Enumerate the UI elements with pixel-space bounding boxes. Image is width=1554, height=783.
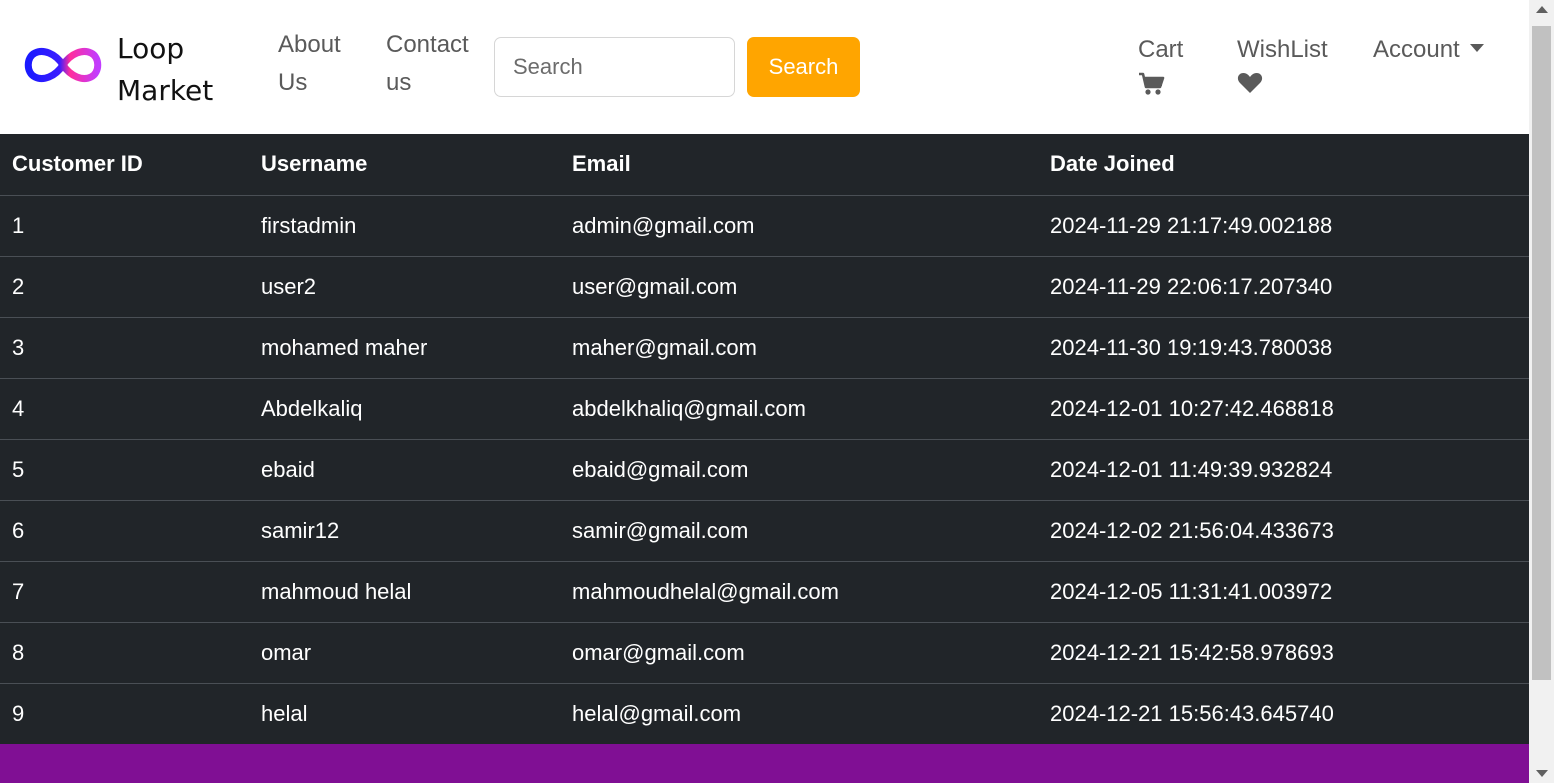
cell-email: helal@gmail.com [572,700,742,726]
cell-customer-id: 5 [0,439,249,501]
scroll-down-arrow-icon[interactable] [1536,770,1548,777]
cell-date-joined: 2024-11-29 21:17:49.002188 [1038,195,1529,257]
cell-date-joined: 2024-12-21 15:56:43.645740 [1050,700,1334,726]
cart-label: Cart [1138,36,1184,63]
cell-username: user2 [249,256,560,318]
nav-link-about[interactable]: About Us [278,26,368,102]
cell-customer-id: 1 [0,195,249,257]
table-row: 6 samir12 samir@gmail.com 2024-12-02 21:… [0,500,1529,562]
cell-customer-id: 6 [0,500,249,562]
wishlist-label: WishList [1237,36,1328,63]
cell-email: user@gmail.com [560,256,1038,318]
nav-cart[interactable]: Cart [1138,32,1183,96]
cell-email: maher@gmail.com [560,317,1038,379]
infinity-logo-icon [24,48,102,82]
table-row: 5 ebaid ebaid@gmail.com 2024-12-01 11:49… [0,439,1529,501]
cart-icon [1139,72,1165,95]
nav-wishlist[interactable]: WishList [1237,32,1328,94]
cell-date-joined: 2024-12-02 21:56:04.433673 [1038,500,1529,562]
cell-username: mohamed maher [249,317,560,379]
cell-customer-id: 8 [0,622,249,684]
cell-customer-id: 3 [0,317,249,379]
nav-account-dropdown[interactable]: Account [1373,32,1484,68]
table-row: 3 mohamed maher maher@gmail.com 2024-11-… [0,317,1529,379]
brand-line-1: Loop [117,32,185,65]
cell-email: admin@gmail.com [560,195,1038,257]
brand-link[interactable]: Loop Market [22,28,232,108]
cell-username: Abdelkaliq [249,378,560,440]
cell-email: mahmoudhelal@gmail.com [560,561,1038,623]
footer-bar [0,744,1529,783]
table-row: 8 omar omar@gmail.com 2024-12-21 15:42:5… [0,622,1529,684]
brand-name: Loop Market [117,28,227,112]
account-text: Account [1373,36,1460,63]
cell-username: omar [249,622,560,684]
cell-email: abdelkhaliq@gmail.com [560,378,1038,440]
search-button[interactable]: Search [747,37,860,97]
table-row: 9 helal helal@gmail.com 2024-12-21 15:56… [0,683,1529,744]
table-row: 2 user2 user@gmail.com 2024-11-29 22:06:… [0,256,1529,318]
cell-date-joined: 2024-12-21 15:42:58.978693 [1038,622,1529,684]
cell-date-joined: 2024-11-29 22:06:17.207340 [1038,256,1529,318]
table-header-row: Customer ID Username Email Date Joined [0,134,1529,196]
caret-down-icon [1469,43,1484,52]
heart-icon [1237,73,1263,93]
customers-table: Customer ID Username Email Date Joined 1… [0,134,1529,744]
cell-customer-id: 2 [0,256,249,318]
header-customer-id: Customer ID [0,134,249,196]
cell-email: omar@gmail.com [560,622,1038,684]
cell-date-joined: 2024-12-05 11:31:41.003972 [1038,561,1529,623]
cell-date-joined: 2024-12-01 11:49:39.932824 [1038,439,1529,501]
cell-date-joined: 2024-11-30 19:19:43.780038 [1038,317,1529,379]
page: Loop Market About Us Contact us Search C… [0,0,1529,783]
cell-email: samir@gmail.com [560,500,1038,562]
header-email: Email [560,134,1038,196]
header-username: Username [249,134,560,196]
scrollbar-thumb[interactable] [1532,26,1551,680]
cell-username: ebaid [249,439,560,501]
cell-username: mahmoud helal [249,561,560,623]
customers-table-container: Customer ID Username Email Date Joined 1… [0,134,1529,744]
cell-username: samir12 [249,500,560,562]
table-row: 7 mahmoud helal mahmoudhelal@gmail.com 2… [0,561,1529,623]
page-scrollbar[interactable] [1529,0,1554,783]
brand-line-2: Market [117,74,214,107]
cell-customer-id: 9 [12,700,25,726]
table-row: 4 Abdelkaliq abdelkhaliq@gmail.com 2024-… [0,378,1529,440]
scroll-up-arrow-icon[interactable] [1536,6,1548,13]
navbar: Loop Market About Us Contact us Search C… [0,0,1529,134]
cell-customer-id: 4 [0,378,249,440]
cell-date-joined: 2024-12-01 10:27:42.468818 [1038,378,1529,440]
nav-link-contact[interactable]: Contact us [386,26,486,102]
cell-customer-id: 7 [0,561,249,623]
cell-email: ebaid@gmail.com [560,439,1038,501]
header-date-joined: Date Joined [1038,134,1529,196]
table-row: 1 firstadmin admin@gmail.com 2024-11-29 … [0,195,1529,257]
cell-username: firstadmin [249,195,560,257]
account-label: Account [1373,32,1484,68]
search-input[interactable] [494,37,735,97]
cell-username: helal [261,700,308,726]
